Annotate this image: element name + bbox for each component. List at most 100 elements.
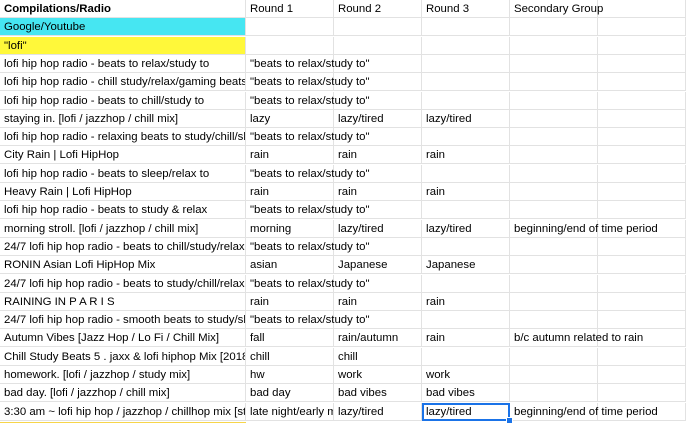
header-cell-compilations[interactable]: Compilations/Radio [0,0,246,18]
table-cell[interactable] [510,110,598,128]
table-cell[interactable]: rain [246,293,334,311]
table-cell[interactable]: Chill Study Beats 5 . jaxx & lofi hiphop… [0,348,246,366]
table-cell[interactable]: lazy/tired [422,110,510,128]
table-cell[interactable]: morning [246,220,334,238]
table-cell[interactable] [598,146,686,164]
table-cell[interactable]: rain/autumn [334,329,422,347]
table-cell[interactable] [334,311,422,329]
table-cell[interactable]: lazy [246,110,334,128]
table-cell[interactable] [510,311,598,329]
table-cell[interactable] [422,128,510,146]
table-cell[interactable] [598,92,686,110]
table-cell[interactable]: rain [246,183,334,201]
table-cell[interactable]: lofi hip hop radio - chill study/relax/g… [0,73,246,91]
table-cell[interactable]: "beats to relax/study to" [246,55,370,73]
table-cell[interactable] [334,73,422,91]
table-cell[interactable] [422,165,510,183]
table-cell[interactable] [334,128,422,146]
table-cell[interactable] [598,73,686,91]
table-cell[interactable]: bad day [246,384,334,402]
table-cell[interactable] [246,37,334,55]
table-cell[interactable] [334,165,422,183]
table-cell[interactable] [334,238,422,256]
table-cell[interactable] [246,18,334,36]
table-cell[interactable] [334,201,422,219]
table-cell[interactable]: lofi hip hop radio - beats to sleep/rela… [0,165,246,183]
table-cell[interactable]: homework. [lofi / jazzhop / study mix] [0,366,246,384]
table-cell[interactable]: beginning/end of time period [510,403,658,421]
table-cell[interactable] [598,329,686,347]
table-cell[interactable] [598,256,686,274]
table-cell[interactable] [598,183,686,201]
table-cell[interactable]: lofi hip hop radio - beats to relax/stud… [0,55,246,73]
header-cell-round-1[interactable]: Round 1 [246,0,334,18]
table-cell[interactable]: "beats to relax/study to" [246,128,370,146]
table-cell[interactable] [598,366,686,384]
table-cell[interactable] [334,92,422,110]
table-cell[interactable] [334,55,422,73]
table-cell[interactable]: work [334,366,422,384]
table-cell[interactable]: "beats to relax/study to" [246,311,370,329]
table-cell[interactable] [422,73,510,91]
table-cell[interactable]: rain [422,329,510,347]
table-cell[interactable]: RAINING IN P A R I S [0,293,246,311]
table-cell[interactable] [422,18,510,36]
table-cell[interactable]: Google/Youtube [0,18,246,36]
table-cell[interactable]: lazy/tired [422,220,510,238]
table-cell[interactable] [510,55,598,73]
table-cell[interactable]: 24/7 lofi hip hop radio - beats to chill… [0,238,246,256]
table-cell[interactable]: lofi hip hop radio - beats to chill/stud… [0,92,246,110]
table-cell[interactable] [510,73,598,91]
table-cell[interactable]: Japanese [422,256,510,274]
table-cell[interactable]: rain [422,293,510,311]
table-cell[interactable]: Autumn Vibes [Jazz Hop / Lo Fi / Chill M… [0,329,246,347]
header-cell-round-2[interactable]: Round 2 [334,0,422,18]
table-cell[interactable]: b/c autumn related to rain [510,329,643,347]
table-cell[interactable]: bad vibes [334,384,422,402]
table-cell[interactable]: "beats to relax/study to" [246,275,370,293]
table-cell[interactable] [598,110,686,128]
table-cell[interactable]: Japanese [334,256,422,274]
table-cell[interactable]: rain [334,183,422,201]
table-cell[interactable] [598,348,686,366]
table-cell[interactable] [598,165,686,183]
table-cell[interactable]: late night/early morning [246,403,334,421]
table-cell[interactable] [510,128,598,146]
table-cell[interactable]: staying in. [lofi / jazzhop / chill mix] [0,110,246,128]
table-cell[interactable] [598,220,686,238]
table-cell[interactable]: lazy/tired [422,403,510,421]
table-cell[interactable] [510,238,598,256]
table-cell[interactable]: rain [334,293,422,311]
table-cell[interactable]: chill [334,348,422,366]
table-cell[interactable]: work [422,366,510,384]
table-cell[interactable]: "beats to relax/study to" [246,201,370,219]
table-cell[interactable]: bad vibes [422,384,510,402]
table-cell[interactable]: hw [246,366,334,384]
table-cell[interactable] [510,37,598,55]
table-cell[interactable] [422,275,510,293]
table-cell[interactable] [510,293,598,311]
table-cell[interactable]: asian [246,256,334,274]
table-cell[interactable]: "beats to relax/study to" [246,238,370,256]
table-cell[interactable]: "beats to relax/study to" [246,73,370,91]
table-cell[interactable]: rain [246,146,334,164]
table-cell[interactable]: rain [422,146,510,164]
table-cell[interactable] [510,183,598,201]
table-cell[interactable]: 24/7 lofi hip hop radio - smooth beats t… [0,311,246,329]
table-cell[interactable]: 24/7 lofi hip hop radio - beats to study… [0,275,246,293]
table-cell[interactable]: beginning/end of time period [510,220,658,238]
header-cell-empty[interactable] [598,0,686,18]
table-cell[interactable] [510,384,598,402]
table-cell[interactable]: bad day. [lofi / jazzhop / chill mix] [0,384,246,402]
table-cell[interactable]: lofi hip hop radio - beats to study & re… [0,201,246,219]
table-cell[interactable]: "lofi" [0,37,246,55]
table-cell[interactable] [598,311,686,329]
table-cell[interactable] [598,384,686,402]
table-cell[interactable] [598,18,686,36]
table-cell[interactable] [422,55,510,73]
table-cell[interactable]: rain [422,183,510,201]
table-cell[interactable] [598,201,686,219]
table-cell[interactable]: RONIN Asian Lofi HipHop Mix [0,256,246,274]
table-cell[interactable]: morning stroll. [lofi / jazzhop / chill … [0,220,246,238]
table-cell[interactable]: "beats to relax/study to" [246,92,370,110]
